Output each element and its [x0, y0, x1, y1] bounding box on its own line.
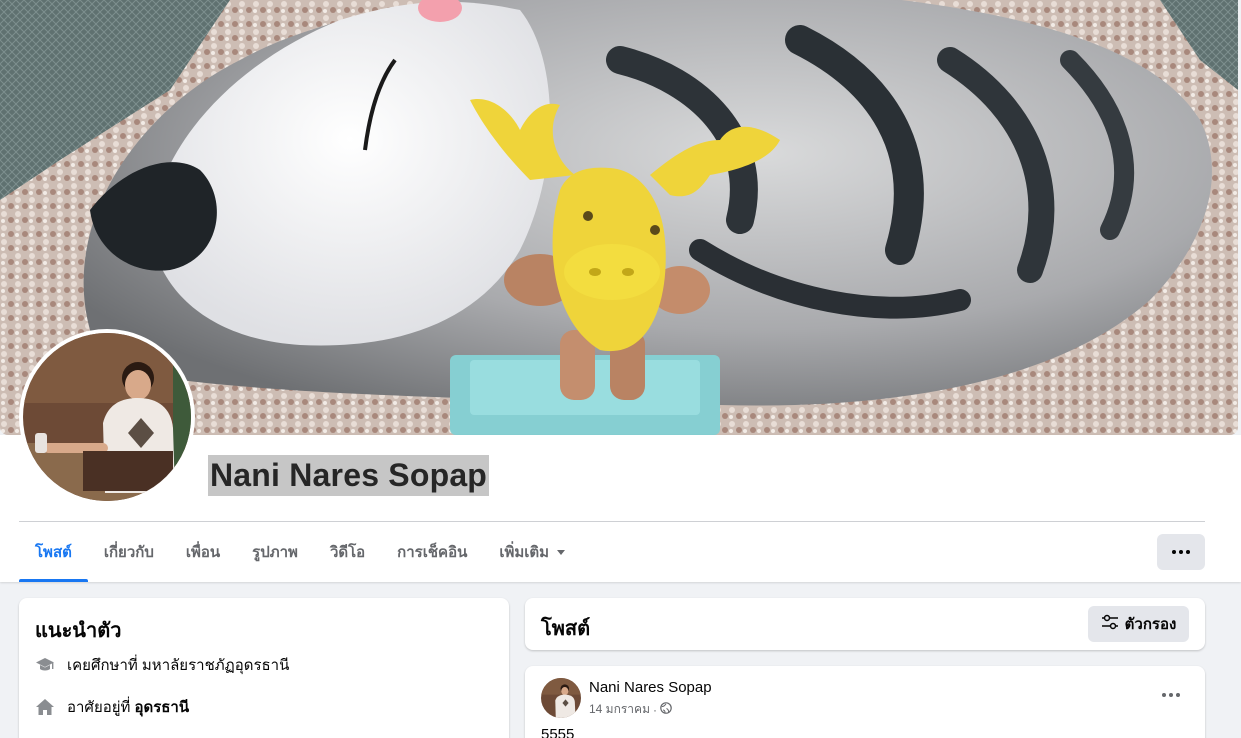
ellipsis-icon [1172, 550, 1176, 554]
intro-card: แนะนำตัว เคยศึกษาที่ มหาลัยราชภัฏอุดรธาน… [19, 598, 509, 738]
post-author-name[interactable]: Nani Nares Sopap [589, 679, 712, 696]
profile-tabs: โพสต์ เกี่ยวกับ เพื่อน รูปภาพ วิดีโอ การ… [19, 522, 581, 582]
cover-image [0, 0, 1238, 435]
home-icon [35, 697, 55, 717]
post-meta-separator: · [652, 702, 657, 717]
cover-photo[interactable] [0, 0, 1238, 435]
intro-lives-place[interactable]: อุดรธานี [134, 695, 189, 719]
tab-more[interactable]: เพิ่มเติม [483, 522, 581, 582]
tab-friends-label: เพื่อน [185, 544, 221, 561]
post-author-avatar[interactable] [541, 678, 581, 718]
tab-photos-label: รูปภาพ [252, 544, 298, 561]
tab-videos-label: วิดีโอ [329, 544, 366, 561]
post-card: Nani Nares Sopap 14 มกราคม · 5555 [525, 666, 1205, 738]
tab-about-label: เกี่ยวกับ [103, 544, 154, 561]
intro-title: แนะนำตัว [35, 620, 122, 642]
graduation-cap-icon [35, 655, 55, 675]
sliders-icon [1101, 614, 1119, 634]
tab-photos[interactable]: รูปภาพ [236, 522, 314, 582]
intro-lives-prefix: อาศัยอยู่ที่ [67, 699, 131, 716]
tab-checkins-label: การเช็คอิน [397, 544, 468, 561]
tab-posts-label: โพสต์ [35, 544, 72, 561]
profile-more-button[interactable] [1157, 534, 1205, 570]
filter-button[interactable]: ตัวกรอง [1088, 606, 1189, 642]
tab-more-label: เพิ่มเติม [499, 544, 550, 561]
post-meta: 14 มกราคม · [589, 700, 672, 719]
post-avatar-image [541, 678, 581, 718]
post-date[interactable]: 14 มกราคม [589, 700, 650, 719]
intro-education-text: เคยศึกษาที่ มหาลัยราชภัฏอุดรธานี [67, 657, 290, 674]
ellipsis-icon [1162, 693, 1166, 697]
filter-label: ตัวกรอง [1124, 616, 1177, 633]
caret-down-icon [557, 549, 566, 555]
tab-videos[interactable]: วิดีโอ [314, 522, 381, 582]
intro-lives-in: อาศัยอยู่ที่ อุดรธานี [35, 695, 189, 719]
posts-header-card: โพสต์ ตัวกรอง [525, 598, 1205, 650]
ellipsis-dot [1169, 693, 1173, 697]
ellipsis-dot [1186, 550, 1190, 554]
ellipsis-dot [1176, 693, 1180, 697]
tab-checkins[interactable]: การเช็คอิน [381, 522, 483, 582]
tab-about[interactable]: เกี่ยวกับ [88, 522, 170, 582]
post-options-button[interactable] [1153, 680, 1189, 710]
tab-posts[interactable]: โพสต์ [19, 522, 88, 582]
globe-icon [660, 702, 672, 717]
tab-friends[interactable]: เพื่อน [170, 522, 236, 582]
avatar-image [23, 333, 191, 501]
intro-education: เคยศึกษาที่ มหาลัยราชภัฏอุดรธานี [35, 653, 289, 677]
profile-avatar[interactable] [19, 329, 195, 505]
posts-title: โพสต์ [541, 618, 591, 640]
post-text: 5555 [541, 726, 575, 738]
profile-name: Nani Nares Sopap [208, 455, 490, 496]
ellipsis-dot [1179, 550, 1183, 554]
